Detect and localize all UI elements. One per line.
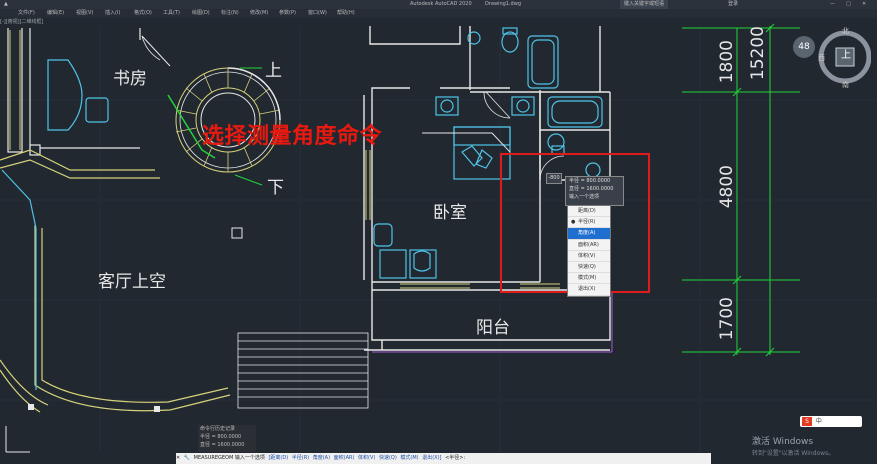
viewcube-north[interactable]: 北	[842, 26, 849, 36]
tooltip-prompt: 输入一个选项	[569, 194, 600, 200]
annotation-text: 选择测量角度命令	[202, 124, 383, 149]
cmd-opt-volume[interactable]: 体积(V)	[358, 455, 377, 461]
dimension-1700: 1700	[717, 297, 737, 341]
room-bedroom: 卧室	[433, 203, 467, 223]
cmd-opt-area[interactable]: 面积(AR)	[334, 455, 357, 461]
cmd-prompt: MEASUREGEOM 输入一个选项	[193, 455, 265, 461]
exterior-stairs	[237, 332, 369, 409]
measure-options-menu: 距离(D) ● 半径(R) 角度(A) 面积(AR) 体积(V) 快速(Q) 模式…	[567, 205, 611, 297]
bedroom-chairs	[373, 223, 437, 279]
cmd-opt-radius[interactable]: 半径(R)	[292, 455, 311, 461]
dimension-15200: 15200	[748, 26, 768, 81]
stair-down-label: 下	[267, 178, 284, 198]
room-balcony: 阳台	[476, 318, 510, 338]
command-history: 命令行历史记录 半径 = 800.0000 直径 = 1600.0000	[198, 425, 256, 452]
level-badge[interactable]: 48	[793, 36, 815, 58]
measure-tooltip: 半径 = 800.0000 直径 = 1600.0000 输入一个选项	[565, 176, 624, 206]
room-living-upper: 客厅上空	[98, 272, 166, 292]
ucs-icon	[5, 426, 30, 453]
cmd-tail: <半径>:	[445, 455, 466, 461]
history-line-1: 半径 = 800.0000	[200, 434, 242, 440]
close-cmd-icon[interactable]: ✕	[176, 455, 182, 461]
dynamic-input[interactable]: -800	[546, 173, 562, 184]
wrench-icon[interactable]: 🔧	[184, 455, 192, 461]
ime-toolbar[interactable]: S 中	[800, 416, 862, 427]
study-walls	[7, 28, 141, 156]
viewcube-south[interactable]: 南	[842, 80, 849, 90]
viewcube-west[interactable]: 西	[818, 53, 825, 63]
menu-option-radius[interactable]: ● 半径(R)	[568, 217, 610, 229]
menu-option-mode[interactable]: 模式(M)	[568, 273, 610, 285]
room-study: 书房	[113, 69, 147, 89]
activation-title: 激活 Windows	[752, 437, 814, 447]
selected-bullet-icon: ●	[571, 219, 576, 226]
dimension-4800: 4800	[717, 165, 737, 209]
tooltip-radius: 半径 = 800.0000	[569, 178, 611, 184]
cmd-opt-mode[interactable]: 模式(M)	[400, 455, 420, 461]
menu-option-quick[interactable]: 快速(Q)	[568, 262, 610, 274]
menu-option-volume[interactable]: 体积(V)	[568, 251, 610, 262]
ime-logo-icon: S	[802, 417, 812, 426]
history-title: 命令行历史记录	[200, 426, 236, 432]
ime-mode[interactable]: 中	[816, 418, 822, 425]
dimension-1800: 1800	[717, 40, 737, 84]
menu-option-distance[interactable]: 距离(D)	[568, 206, 610, 218]
stair-up-label: 上	[265, 61, 282, 81]
menu-option-exit[interactable]: 退出(X)	[568, 284, 610, 296]
menu-option-area[interactable]: 面积(AR)	[568, 240, 610, 251]
spiral-stair	[141, 35, 281, 186]
history-line-2: 直径 = 1600.0000	[200, 442, 245, 448]
tooltip-diameter: 直径 = 1600.0000	[569, 186, 614, 192]
cmd-opt-exit[interactable]: 退出(X)]	[422, 455, 443, 461]
study-desk	[47, 59, 109, 131]
menu-option-angle[interactable]: 角度(A)	[568, 228, 610, 240]
command-line[interactable]: ✕ 🔧 MEASUREGEOM 输入一个选项 [距离(D) 半径(R) 角度(A…	[176, 453, 711, 464]
cmd-opt-quick[interactable]: 快速(Q)	[379, 455, 399, 461]
cmd-opt-distance[interactable]: [距离(D)	[268, 455, 290, 461]
activation-subtitle: 转到"设置"以激活 Windows。	[752, 450, 835, 457]
viewcube-top-label[interactable]: 上	[841, 46, 851, 61]
cmd-opt-angle[interactable]: 角度(A)	[313, 455, 332, 461]
